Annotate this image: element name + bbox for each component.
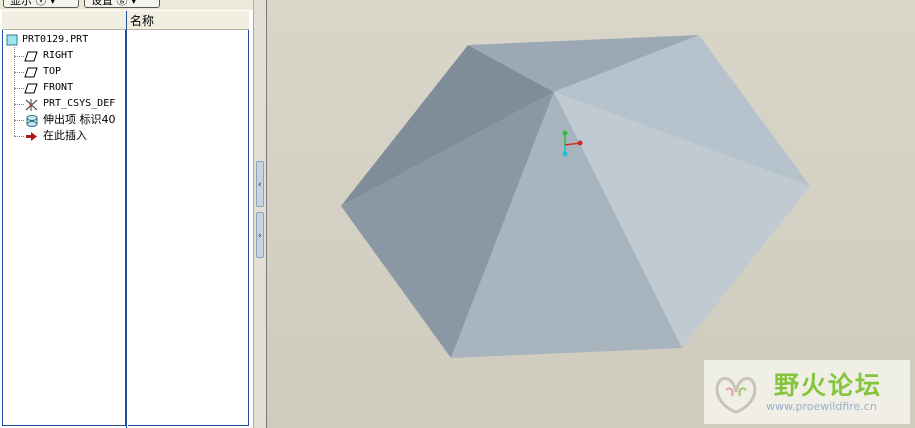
show-menu-button[interactable]: 显示 ⓥ ▾	[3, 0, 79, 8]
datum-plane-icon	[24, 51, 38, 62]
tree-item-protrusion[interactable]: 伸出项 标识40	[24, 112, 124, 128]
tree-connector-line	[14, 104, 24, 105]
name-column-list	[128, 30, 249, 426]
tree-item-right-plane[interactable]: RIGHT	[24, 48, 124, 64]
model-tree-toolbar: 显示 ⓥ ▾ 设置 ⓖ ▾	[0, 0, 253, 10]
x-axis-endpoint	[577, 140, 583, 146]
tree-item-top-plane[interactable]: TOP	[24, 64, 124, 80]
tree-connector-line	[14, 120, 24, 121]
z-axis-endpoint	[562, 151, 568, 157]
tree-item-label: PRT_CSYS_DEF	[43, 98, 116, 109]
protrusion-feature-icon	[26, 115, 38, 127]
column-divider[interactable]	[126, 11, 127, 428]
expand-panel-tab[interactable]: ›	[256, 212, 264, 258]
butterfly-logo-icon	[715, 376, 757, 414]
tree-connector-line	[14, 88, 24, 89]
part-icon	[6, 34, 18, 46]
tree-item-label: TOP	[43, 66, 62, 77]
tree-item-label: RIGHT	[43, 50, 74, 61]
coordinate-system-icon	[25, 99, 38, 111]
chevron-left-icon: ‹	[258, 180, 262, 190]
model-tree-panel: 显示 ⓥ ▾ 设置 ⓖ ▾ 名称 PRT0129.PRT RIGHT TOP F…	[0, 0, 254, 428]
chevron-right-icon: ›	[258, 231, 262, 241]
forum-watermark: 野火论坛 www.proewildfire.cn	[704, 360, 910, 424]
tree-connector-line	[14, 47, 15, 136]
y-axis-endpoint	[562, 130, 568, 136]
name-column-header[interactable]: 名称	[130, 12, 154, 29]
tree-item-csys[interactable]: PRT_CSYS_DEF	[24, 96, 124, 112]
collapse-panel-tab[interactable]: ‹	[256, 161, 264, 207]
datum-plane-icon	[24, 67, 38, 78]
tree-connector-line	[14, 72, 24, 73]
settings-menu-button[interactable]: 设置 ⓖ ▾	[84, 0, 160, 8]
tree-item-label: PRT0129.PRT	[22, 34, 89, 45]
watermark-url: www.proewildfire.cn	[766, 400, 877, 413]
insert-here-arrow-icon	[26, 132, 37, 141]
watermark-title: 野火论坛	[774, 371, 883, 400]
tree-connector-line	[14, 136, 24, 137]
tree-item-front-plane[interactable]: FRONT	[24, 80, 124, 96]
tree-item-label: 伸出项 标识40	[43, 113, 116, 126]
panel-splitter[interactable]: ‹ ›	[253, 0, 267, 428]
tree-item-label: 在此插入	[43, 129, 87, 142]
tree-item-label: FRONT	[43, 82, 74, 93]
datum-plane-icon	[24, 83, 38, 94]
tree-item-insert-here[interactable]: 在此插入	[24, 128, 124, 144]
tree-connector-line	[14, 56, 24, 57]
tree-item-root[interactable]: PRT0129.PRT	[5, 32, 125, 48]
